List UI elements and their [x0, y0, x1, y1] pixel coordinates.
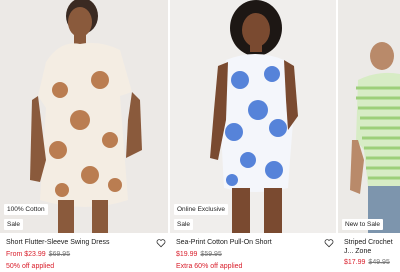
product-card[interactable]: Online Exclusive Sale Sea-Print Cotton P…: [170, 0, 336, 272]
product-name[interactable]: Short Flutter-Sleeve Swing Dress: [6, 238, 164, 247]
badge-cotton: 100% Cotton: [4, 204, 48, 215]
product-image[interactable]: Online Exclusive Sale: [170, 0, 336, 233]
product-image[interactable]: 100% Cotton Sale: [0, 0, 168, 233]
promo-text: 50% off applied: [6, 263, 55, 270]
heart-outline-icon[interactable]: [156, 238, 166, 248]
badge-new-to-sale: New to Sale: [342, 219, 384, 230]
badge-sale: Sale: [174, 219, 194, 230]
product-card[interactable]: New to Sale Striped Crochet J... Zone $1…: [338, 0, 400, 272]
promo-text: Extra 60% off applied: [176, 263, 243, 270]
sale-price: From $23.99: [6, 251, 46, 258]
product-name[interactable]: Sea-Print Cotton Pull-On Short: [176, 238, 332, 247]
sale-price: $17.99: [344, 259, 366, 266]
product-name[interactable]: Striped Crochet J... Zone: [344, 238, 400, 256]
product-card[interactable]: 100% Cotton Sale Short Flutter-Sleeve Sw…: [0, 0, 168, 272]
sale-price: $19.99: [176, 251, 198, 258]
badge-sale: Sale: [4, 219, 24, 230]
badge-online-exclusive: Online Exclusive: [174, 204, 229, 215]
original-price: $49.95: [368, 259, 390, 266]
original-price: $59.95: [200, 251, 222, 258]
product-image[interactable]: New to Sale: [338, 0, 400, 233]
heart-outline-icon[interactable]: [324, 238, 334, 248]
original-price: $69.95: [48, 251, 71, 258]
